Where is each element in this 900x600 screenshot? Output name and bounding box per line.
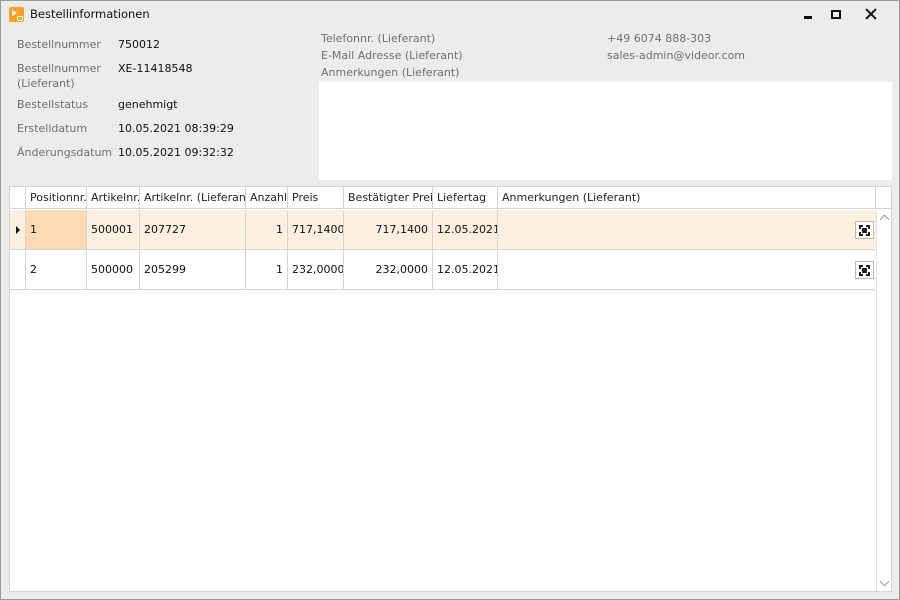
minimize-icon [804, 15, 812, 19]
order-status-value: genehmigt [118, 98, 178, 111]
supplier-order-number-label-line1: Bestellnummer [17, 62, 101, 75]
cell-remarks[interactable] [498, 210, 876, 249]
minimize-button[interactable] [793, 1, 823, 27]
row-indicator[interactable] [10, 210, 26, 249]
close-button[interactable] [856, 1, 886, 27]
cell-position[interactable]: 1 [26, 210, 87, 249]
column-header-confirmed-price[interactable]: Bestätigter Preis [344, 187, 433, 209]
cell-quantity[interactable]: 1 [246, 250, 288, 289]
expand-row-button[interactable] [855, 221, 874, 239]
cell-delivery-day[interactable]: 12.05.2021 [433, 250, 498, 289]
order-number-value: 750012 [118, 38, 160, 51]
cell-quantity[interactable]: 1 [246, 210, 288, 249]
expand-icon [859, 264, 870, 276]
cell-supplier-article[interactable]: 205299 [140, 250, 246, 289]
expand-row-button[interactable] [855, 261, 874, 279]
scroll-up-icon[interactable] [879, 214, 890, 225]
supplier-phone-label: Telefonnr. (Lieferant) [321, 32, 436, 45]
modified-date-value: 10.05.2021 09:32:32 [118, 146, 234, 159]
supplier-remarks-field[interactable] [319, 82, 892, 180]
created-date-value: 10.05.2021 08:39:29 [118, 122, 234, 135]
grid-header: Positionnr. Artikelnr. Artikelnr. (Liefe… [10, 187, 891, 209]
supplier-email-label: E-Mail Adresse (Lieferant) [321, 49, 463, 62]
column-header-delivery-day[interactable]: Liefertag [433, 187, 498, 209]
cell-confirmed-price[interactable]: 717,1400 [344, 210, 433, 249]
modified-date-label: Änderungsdatum [17, 146, 113, 159]
cell-delivery-day[interactable]: 12.05.2021 [433, 210, 498, 249]
row-indicator-header [10, 187, 26, 209]
column-header-supplier-article[interactable]: Artikelnr. (Lieferant) [140, 187, 246, 209]
table-row[interactable]: 1 500001 207727 1 717,1400 717,1400 12.0… [10, 210, 876, 250]
expand-icon [859, 224, 870, 236]
window-title: Bestellinformationen [30, 7, 150, 21]
order-number-label: Bestellnummer [17, 38, 101, 51]
cell-price[interactable]: 717,1400 [288, 210, 344, 249]
cell-supplier-article[interactable]: 207727 [140, 210, 246, 249]
column-header-quantity[interactable]: Anzahl [246, 187, 288, 209]
cell-price[interactable]: 232,0000 [288, 250, 344, 289]
cell-article[interactable]: 500001 [87, 210, 140, 249]
supplier-phone-value: +49 6074 888-303 [607, 32, 712, 45]
title-bar[interactable]: Bestellinformationen [1, 1, 899, 27]
order-status-label: Bestellstatus [17, 98, 89, 111]
close-icon [865, 8, 877, 20]
supplier-remarks-label: Anmerkungen (Lieferant) [321, 66, 460, 79]
maximize-icon [831, 9, 841, 19]
table-row[interactable]: 2 500000 205299 1 232,0000 232,0000 12.0… [10, 250, 876, 290]
cell-remarks[interactable] [498, 250, 876, 289]
current-row-arrow-icon [16, 226, 20, 234]
supplier-email-value: sales-admin@videor.com [607, 49, 746, 62]
row-indicator[interactable] [10, 250, 26, 289]
order-app-icon [9, 7, 24, 22]
maximize-button[interactable] [821, 1, 851, 27]
column-header-remarks[interactable]: Anmerkungen (Lieferant) [498, 187, 876, 209]
column-header-position[interactable]: Positionnr. [26, 187, 87, 209]
scroll-down-icon[interactable] [879, 576, 890, 587]
cell-confirmed-price[interactable]: 232,0000 [344, 250, 433, 289]
order-info-window: Bestellinformationen Bestellnummer 75001… [0, 0, 900, 600]
created-date-label: Erstelldatum [17, 122, 88, 135]
cell-article[interactable]: 500000 [87, 250, 140, 289]
supplier-order-number-value: XE-11418548 [118, 62, 193, 75]
supplier-order-number-label-line2: (Lieferant) [17, 77, 75, 90]
column-header-article[interactable]: Artikelnr. [87, 187, 140, 209]
vertical-scrollbar[interactable] [876, 210, 891, 591]
positions-grid: Positionnr. Artikelnr. Artikelnr. (Liefe… [9, 186, 892, 592]
column-header-price[interactable]: Preis [288, 187, 344, 209]
cell-position[interactable]: 2 [26, 250, 87, 289]
